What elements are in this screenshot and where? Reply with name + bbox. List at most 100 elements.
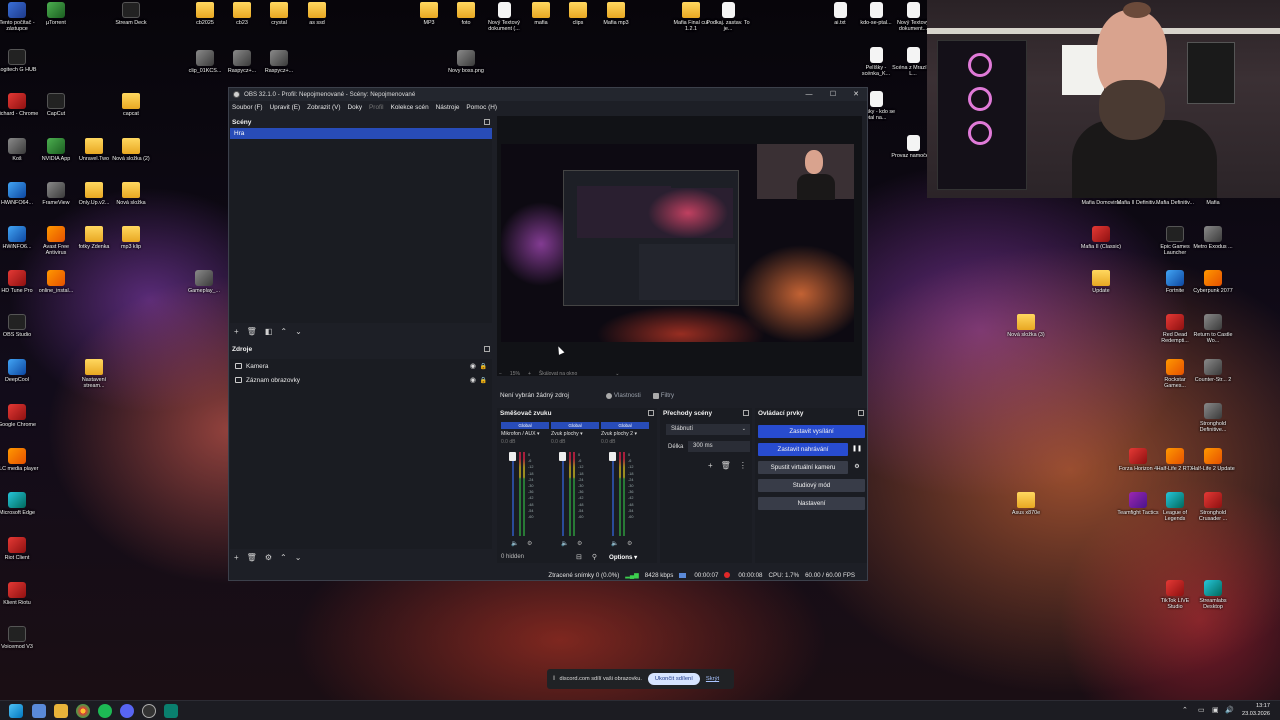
desktop-icon[interactable]: Update [1079, 270, 1123, 294]
file-explorer-icon[interactable] [54, 704, 68, 718]
menu-view[interactable]: Zobrazit (V) [307, 104, 340, 111]
desktop-icon[interactable]: Metro Exodus ... [1191, 226, 1235, 250]
volume-fader-track[interactable] [612, 452, 614, 536]
spotify-icon[interactable] [98, 704, 112, 718]
desktop-icon[interactable]: Riot Client [0, 537, 39, 561]
desktop-icon[interactable]: Nová složka (3) [1004, 314, 1048, 338]
desktop-icon[interactable]: VLC media player [0, 448, 39, 472]
undock-icon[interactable] [648, 410, 654, 416]
move-down-icon[interactable]: ⌄ [295, 328, 302, 336]
desktop-icon[interactable]: Podkaj. zastav. To je... [706, 2, 750, 33]
minimize-button[interactable]: — [797, 88, 821, 101]
move-up-icon[interactable]: ⌃ [280, 554, 287, 562]
channel-name[interactable]: Mikrofon / AUX ▾ [501, 431, 549, 437]
zoom-out-icon[interactable]: − [499, 371, 502, 377]
move-up-icon[interactable]: ⌃ [280, 328, 287, 336]
link-icon[interactable]: ⚲ [592, 553, 597, 561]
desktop-icon[interactable]: Half-Life 2 Update [1191, 448, 1235, 472]
speaker-icon[interactable]: 🔈 [511, 540, 518, 547]
add-source-button[interactable]: + [234, 554, 239, 562]
start-windows-icon[interactable] [9, 704, 23, 718]
studio-mode-button[interactable]: Studiový mód [758, 479, 865, 492]
streamlabs-icon[interactable] [164, 704, 178, 718]
add-scene-button[interactable]: + [234, 328, 239, 336]
display-icon[interactable]: ▣ [1212, 706, 1219, 714]
menu-edit[interactable]: Upravit (E) [270, 104, 301, 111]
desktop-icon[interactable]: online_instal... [34, 270, 78, 294]
desktop-icon[interactable]: Mafia II (Classic) [1079, 226, 1123, 250]
maximize-button[interactable]: ☐ [821, 88, 845, 101]
desktop-icon[interactable]: Asus x870e [1004, 492, 1048, 516]
volume-fader-handle[interactable] [559, 452, 566, 461]
source-item-camera[interactable]: Kamera ◉ 🔒 [230, 359, 492, 373]
gear-icon[interactable]: ⚙ [850, 461, 864, 474]
desktop-icon[interactable]: Cyberpunk 2077 [1191, 270, 1235, 294]
close-button[interactable]: ✕ [844, 88, 868, 101]
desktop-icon[interactable]: Gameplay_... [182, 270, 226, 294]
menu-scene-collection[interactable]: Kolekce scén [391, 104, 429, 111]
desktop-icon[interactable]: Counter-Str... 2 [1191, 359, 1235, 383]
desktop-icon[interactable]: as ssd [295, 2, 339, 26]
gear-icon[interactable]: ⚙ [527, 540, 532, 547]
menu-docks[interactable]: Doky [347, 104, 362, 111]
desktop-icon[interactable]: Mafia mp3 [594, 2, 638, 26]
start-virtual-camera-button[interactable]: Spustit virtuální kameru [758, 461, 848, 474]
desktop-icon[interactable]: Nastavení stream... [72, 359, 116, 390]
desktop-icon[interactable]: OBS Studio [0, 314, 39, 338]
mixer-layout-icon[interactable]: ⊟ [576, 553, 582, 561]
chrome-icon[interactable] [76, 704, 90, 718]
desktop-icon[interactable]: Streamlabs Desktop [1191, 580, 1235, 611]
zoom-in-icon[interactable]: + [528, 371, 531, 377]
chevron-up-icon[interactable]: ⌃ [1182, 706, 1188, 714]
volume-fader-handle[interactable] [509, 452, 516, 461]
gear-icon[interactable]: ⚙ [577, 540, 582, 547]
eye-icon[interactable]: ◉ [470, 376, 476, 384]
remove-source-icon[interactable]: 🗑 [247, 554, 257, 562]
system-clock[interactable]: 13:17 23.03.2026 [1242, 703, 1270, 718]
desktop-icon[interactable]: Google Chrome [0, 404, 39, 428]
desktop-icon[interactable]: Klient Riotu [0, 582, 39, 606]
desktop-icon[interactable]: capcat [109, 93, 153, 117]
desktop-icon[interactable]: Stronghold Crusader ... [1191, 492, 1235, 523]
source-settings-icon[interactable]: ⚙ [265, 554, 272, 562]
menu-profile[interactable]: Profil [369, 104, 384, 111]
transition-select[interactable]: Slábnutí ⌄ [666, 424, 750, 435]
pause-recording-icon[interactable]: ❚❚ [850, 443, 864, 456]
chevron-down-icon[interactable]: ⌄ [615, 371, 619, 377]
volume-fader-track[interactable] [512, 452, 514, 536]
properties-button[interactable]: Vlastnosti [605, 392, 641, 399]
settings-button[interactable]: Nastavení [758, 497, 865, 510]
desktop-icon[interactable]: Stream Deck [109, 2, 153, 26]
filters-button[interactable]: Filtry [652, 392, 674, 399]
stop-sharing-button[interactable]: Ukončit sdílení [647, 673, 700, 685]
duration-field[interactable]: 300 ms [688, 441, 750, 452]
stop-streaming-button[interactable]: Zastavit vysílání [758, 425, 865, 438]
remove-scene-icon[interactable]: 🗑 [247, 328, 257, 336]
undock-icon[interactable] [858, 410, 864, 416]
options-button[interactable]: Options ▾ [609, 554, 637, 561]
preview-canvas[interactable]: − 15% + Škálovat na okno ⌄ [497, 116, 862, 377]
menu-tools[interactable]: Nástroje [436, 104, 460, 111]
desktop-icon[interactable]: Logitech G HUB [0, 49, 39, 73]
channel-name[interactable]: Zvuk plochy ▾ [551, 431, 599, 437]
speaker-icon[interactable]: 🔈 [561, 540, 568, 547]
menu-help[interactable]: Pomoc (H) [466, 104, 497, 111]
scene-filters-icon[interactable]: ◧ [265, 328, 273, 336]
scale-mode-select[interactable]: Škálovat na okno [539, 371, 577, 377]
discord-icon[interactable] [120, 704, 134, 718]
desktop-icon[interactable]: Novy boss.png [444, 50, 488, 74]
hide-share-bar-link[interactable]: Skrýt [706, 676, 719, 682]
volume-fader-handle[interactable] [609, 452, 616, 461]
remove-transition-icon[interactable]: 🗑 [721, 462, 731, 470]
move-down-icon[interactable]: ⌄ [295, 554, 302, 562]
volume-icon[interactable]: 🔊 [1225, 706, 1234, 714]
speaker-icon[interactable]: 🔈 [611, 540, 618, 547]
obs-taskbar-icon[interactable] [142, 704, 156, 718]
add-transition-button[interactable]: + [708, 462, 713, 470]
desktop-icon[interactable]: µTorrent [34, 2, 78, 26]
desktop-icon[interactable]: mp3 klip [109, 226, 153, 250]
menu-file[interactable]: Soubor (F) [232, 104, 263, 111]
desktop-icon[interactable]: Raspycz+... [257, 50, 301, 74]
network-icon[interactable]: ▭ [1198, 706, 1205, 714]
more-options-icon[interactable]: ⋮ [739, 462, 747, 470]
